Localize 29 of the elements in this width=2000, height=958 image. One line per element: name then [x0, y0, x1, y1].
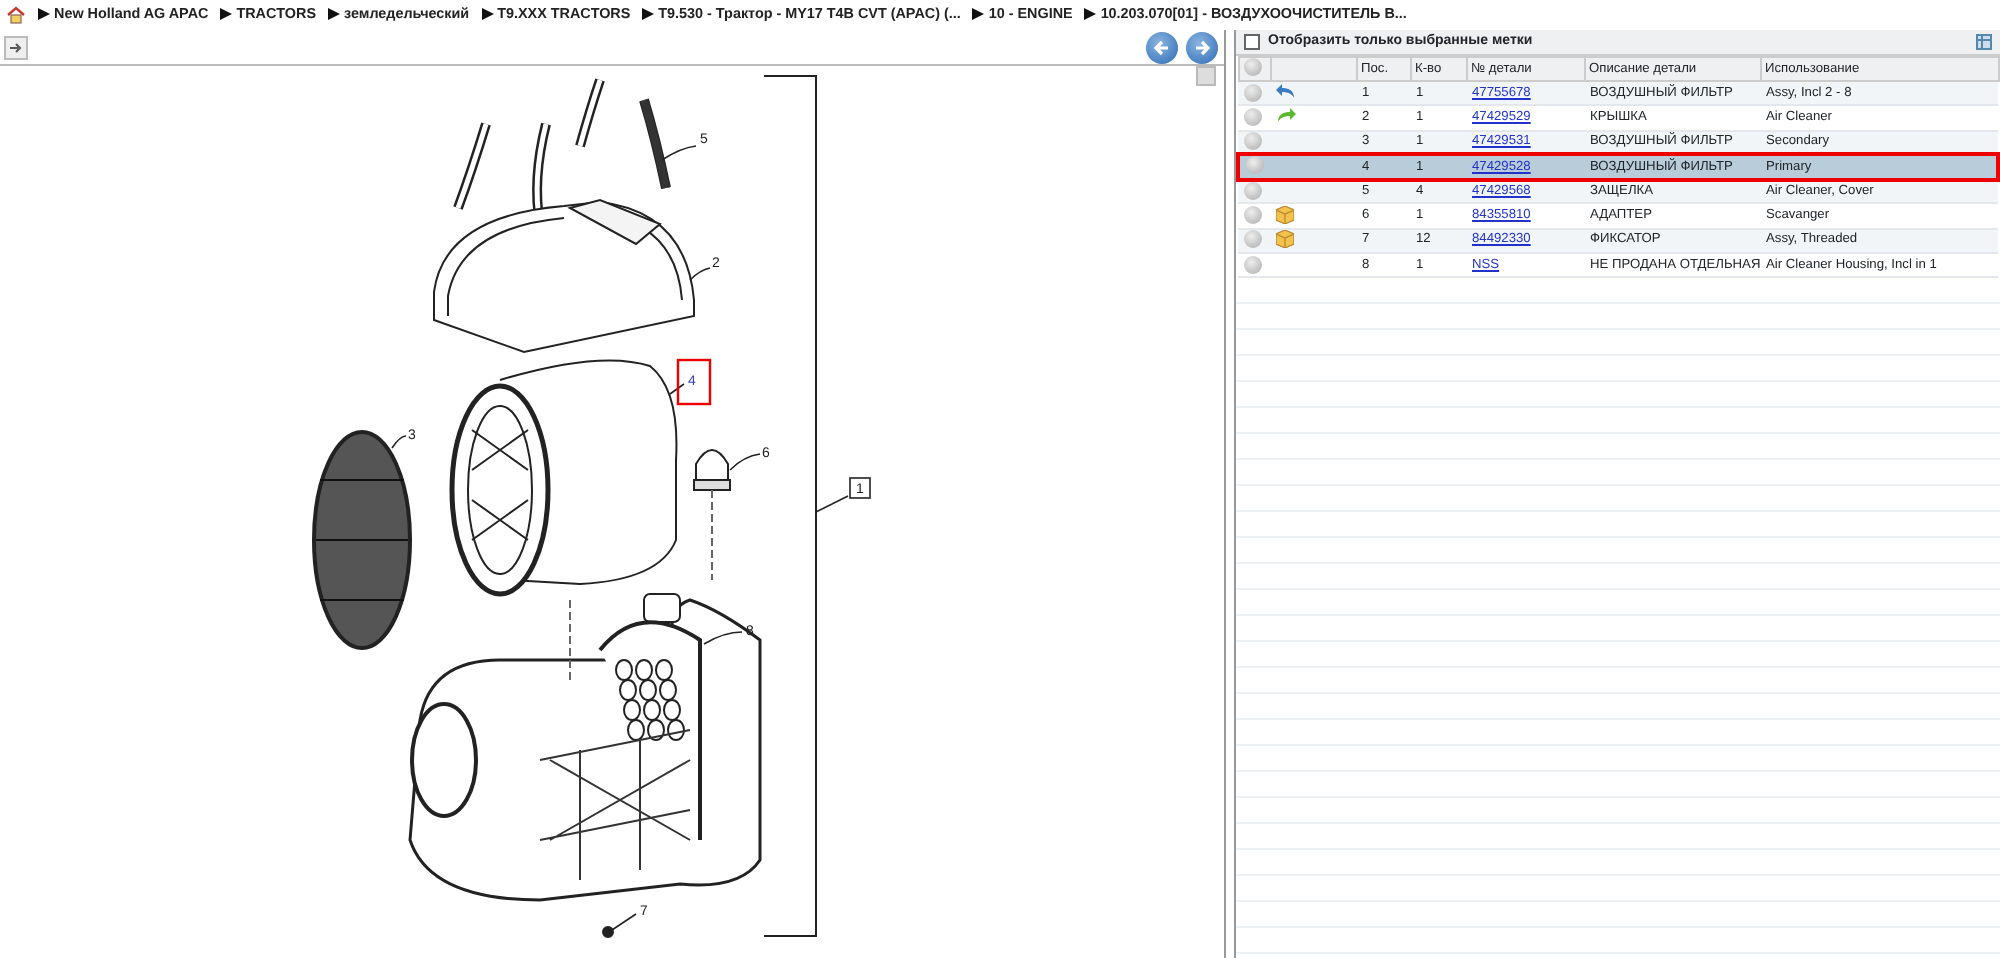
leader-line: [703, 631, 743, 645]
leader-line: [815, 495, 849, 513]
caret-icon: [1084, 8, 1097, 21]
grid-icon[interactable]: [1976, 34, 1992, 50]
leader-line: [689, 267, 711, 281]
back-button[interactable]: [1146, 31, 1178, 63]
scrollbar-thumb[interactable]: [1196, 66, 1216, 86]
package-icon: [1276, 206, 1294, 225]
select-all-icon[interactable]: [1243, 58, 1261, 77]
caret-icon: [642, 8, 655, 21]
caret-icon: [220, 8, 233, 21]
return-arrow-icon: [1276, 83, 1296, 100]
package-icon: [1276, 230, 1294, 249]
forward-arrow-icon: [1276, 108, 1296, 125]
leader-line: [729, 453, 761, 471]
caret-icon: [972, 8, 985, 21]
right-arrow-icon: [1192, 37, 1212, 57]
caret-icon: [38, 8, 50, 21]
forward-button[interactable]: [1186, 31, 1218, 63]
caret-icon: [328, 8, 341, 21]
leader-line: [391, 435, 407, 449]
leader-line: [611, 913, 637, 931]
arrow-icon: [8, 39, 24, 55]
leader-line: [661, 145, 697, 161]
left-arrow-icon: [1152, 37, 1172, 57]
leader-line: [669, 383, 685, 395]
home-icon[interactable]: [6, 6, 26, 24]
caret-icon: [481, 8, 494, 21]
expand-button[interactable]: [4, 35, 28, 59]
